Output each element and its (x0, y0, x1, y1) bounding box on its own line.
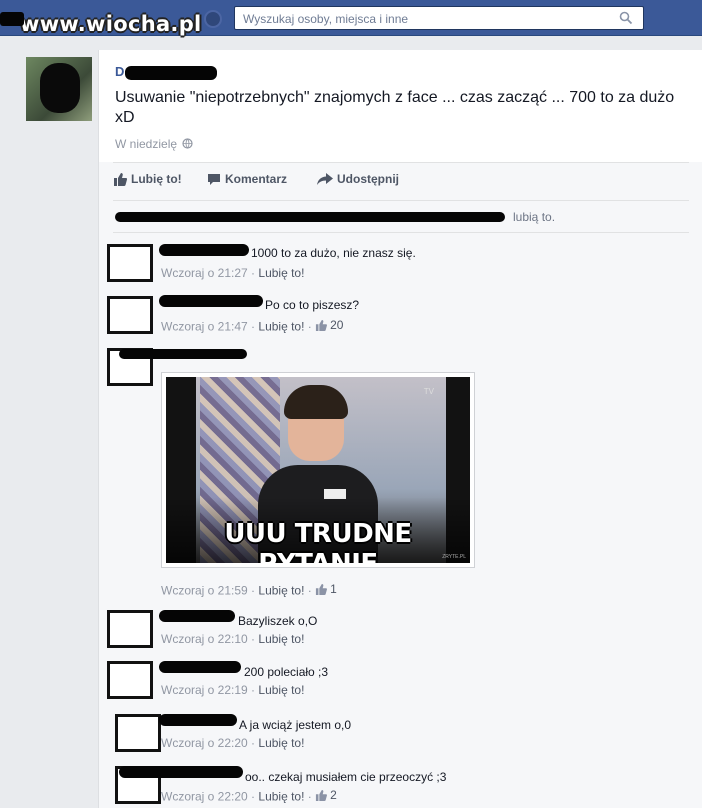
comment-like-link[interactable]: Lubię to! (258, 683, 304, 697)
commenter-avatar[interactable] (115, 714, 161, 752)
post-text: Usuwanie "niepotrzebnych" znajomych z fa… (115, 89, 675, 126)
comment-time[interactable]: Wczoraj o 22:19 (161, 683, 248, 697)
comment-like-count[interactable]: 20 (315, 318, 343, 332)
comment-like-count[interactable]: 2 (315, 788, 337, 802)
author-avatar[interactable] (26, 57, 92, 121)
comment-image[interactable]: TV UUU TRUDNE PYTANIE ZRYTE.PL (161, 372, 475, 568)
meme-picture: TV UUU TRUDNE PYTANIE ZRYTE.PL (166, 377, 470, 563)
thumbs-up-icon (114, 172, 127, 186)
meme-caption: UUU TRUDNE PYTANIE (224, 519, 412, 563)
comment-text: A ja wciąż jestem o,0 (239, 718, 352, 732)
watermark-logo: www.wiocha.pl (20, 12, 202, 36)
meme-tv-logo: TV (423, 387, 434, 396)
post-author[interactable]: D (115, 64, 124, 79)
comment-time[interactable]: Wczoraj o 21:47 (161, 320, 248, 334)
comment-like-link[interactable]: Lubię to! (258, 584, 304, 598)
comment-like-link[interactable]: Lubię to! (258, 320, 304, 334)
comment-text: Bazyliszek o,O (238, 614, 318, 628)
search-input[interactable]: Wyszukaj osoby, miejsca i inne (234, 6, 644, 30)
redaction (0, 12, 24, 26)
post-card: D Usuwanie "niepotrzebnych" znajomych z … (98, 50, 702, 808)
comment-like-count[interactable]: 1 (315, 582, 337, 596)
comment-time[interactable]: Wczoraj o 22:20 (161, 790, 248, 804)
meme-credit: ZRYTE.PL (442, 554, 466, 560)
divider (113, 200, 689, 201)
share-arrow-icon (317, 173, 333, 185)
comment-text: oo.. czekaj musiałem cie przeoczyć ;3 (245, 770, 447, 784)
commenter-avatar[interactable] (107, 296, 153, 334)
post-timestamp[interactable]: W niedzielę (115, 137, 193, 151)
redaction (159, 661, 241, 673)
commenter-avatar[interactable] (107, 610, 153, 648)
comment-button[interactable]: Komentarz (207, 172, 287, 186)
comment-like-link[interactable]: Lubię to! (258, 632, 304, 646)
comment-time[interactable]: Wczoraj o 22:20 (161, 736, 248, 750)
divider (113, 232, 689, 233)
comment-like-link[interactable]: Lubię to! (258, 790, 304, 804)
thumbs-up-icon (316, 583, 328, 595)
comment-time[interactable]: Wczoraj o 21:59 (161, 584, 248, 598)
commenter-avatar[interactable] (107, 244, 153, 282)
comment-like-link[interactable]: Lubię to! (258, 266, 304, 280)
share-button[interactable]: Udostępnij (317, 172, 399, 186)
redaction (159, 714, 237, 726)
redaction (119, 766, 243, 778)
redaction (115, 212, 505, 222)
like-button[interactable]: Lubię to! (113, 172, 182, 186)
redaction (159, 244, 249, 256)
thumbs-up-icon (316, 789, 328, 801)
thumbs-up-icon (316, 319, 328, 331)
comment-time[interactable]: Wczoraj o 22:10 (161, 632, 248, 646)
divider (113, 162, 689, 163)
redaction (119, 349, 247, 359)
commenter-avatar[interactable] (107, 661, 153, 699)
speech-bubble-icon (208, 173, 220, 185)
comment-like-link[interactable]: Lubię to! (258, 736, 304, 750)
globe-icon[interactable] (204, 10, 222, 28)
redaction (159, 610, 235, 622)
comment-time[interactable]: Wczoraj o 21:27 (161, 266, 248, 280)
redaction (159, 295, 263, 307)
redaction (125, 66, 217, 80)
search-icon[interactable] (619, 11, 633, 25)
comment-text: 1000 to za dużo, nie znasz się. (251, 246, 416, 260)
search-placeholder: Wyszukaj osoby, miejsca i inne (243, 12, 409, 26)
globe-icon (182, 138, 193, 149)
comment-text: Po co to piszesz? (265, 298, 360, 312)
comment-text: 200 poleciało ;3 (244, 665, 329, 679)
